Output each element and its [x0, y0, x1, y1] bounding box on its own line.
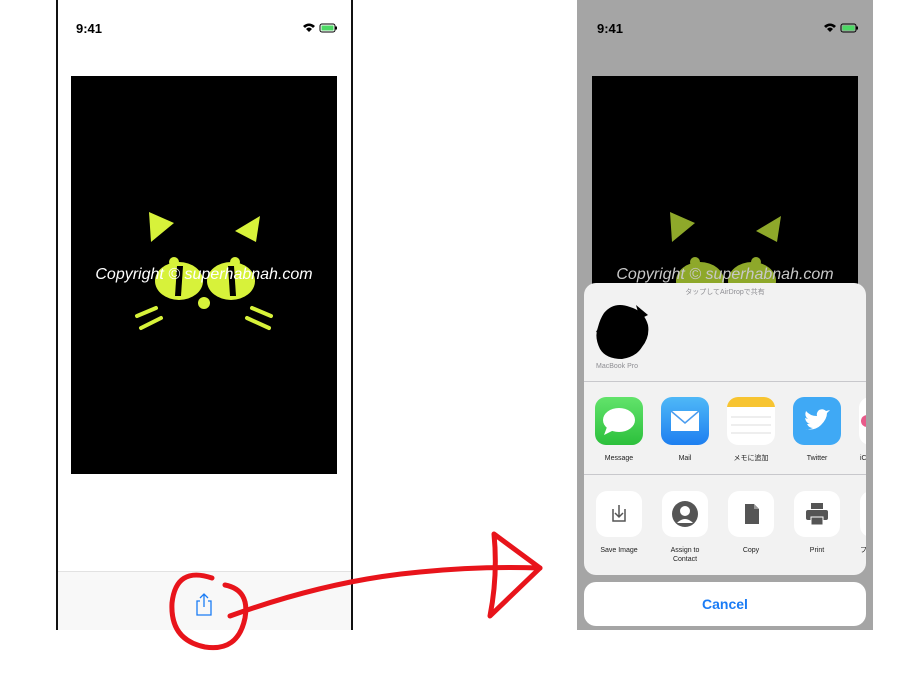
annotation-arrow: [169, 531, 543, 651]
